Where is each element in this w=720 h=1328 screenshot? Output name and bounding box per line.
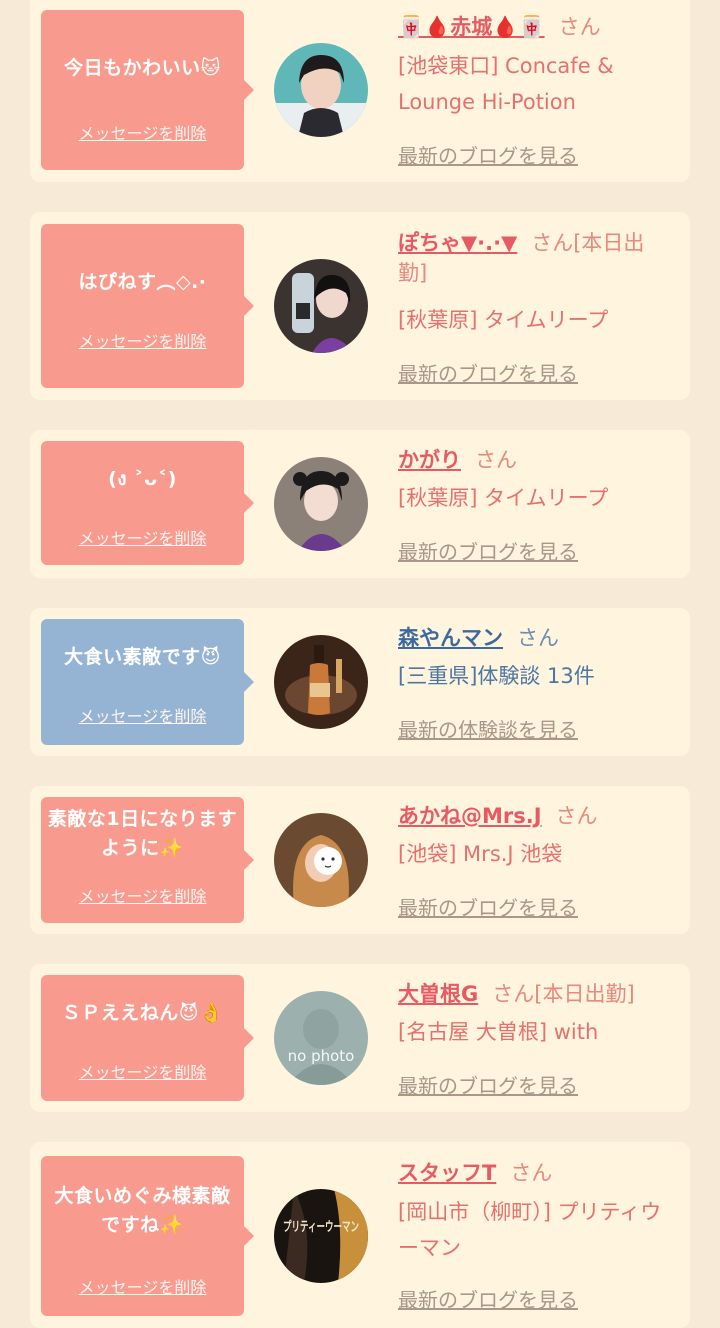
cast-name-link[interactable]: ぽちゃ▼·.·▼: [398, 231, 517, 255]
message-text: ＳＰええねん😈👌: [61, 1002, 224, 1024]
cast-name-line: あかね@Mrs.J さん: [398, 801, 670, 831]
avatar[interactable]: [274, 635, 368, 729]
message-text: 大食い素敵です😈: [64, 646, 221, 668]
cast-name-link[interactable]: 大曽根G: [398, 982, 478, 1006]
message-card: はぴねす︵◇.· メッセージを削除 ぽちゃ▼·.·▼ さん[本日出勤] [秋葉原]…: [30, 212, 690, 400]
avatar[interactable]: [274, 813, 368, 907]
latest-blog-link[interactable]: 最新のブログを見る: [398, 892, 578, 921]
shop-info: [秋葉原] タイムリープ: [398, 308, 609, 332]
message-bubble: 素敵な1日になりますように✨ メッセージを削除: [41, 797, 254, 923]
shop-info: [池袋東口] Concafe & Lounge Hi-Potion: [398, 54, 614, 114]
avatar[interactable]: [274, 43, 368, 137]
honorific: さん[本日出勤]: [492, 982, 635, 1006]
avatar[interactable]: プリティーウーマン: [274, 1189, 368, 1283]
message-text: はぴねす︵◇.·: [78, 271, 207, 293]
latest-review-link[interactable]: 最新の体験談を見る: [398, 714, 578, 743]
message-card: 大食い素敵です😈 メッセージを削除 森やんマン さん [三重県]体験談 13件 最…: [30, 608, 690, 756]
cast-name-link[interactable]: かがり: [398, 448, 461, 472]
review-count-info: [三重県]体験談 13件: [398, 664, 595, 688]
shop-info: [秋葉原] タイムリープ: [398, 486, 609, 510]
message-bubble: 大食いめぐみ様素敵ですね✨ メッセージを削除: [41, 1156, 254, 1316]
avatar[interactable]: [274, 457, 368, 551]
cast-name-line: かがり さん: [398, 445, 670, 475]
cast-name-line: スタッフT さん: [398, 1158, 670, 1188]
reviewer-name-link[interactable]: 森やんマン: [398, 626, 503, 650]
no-photo-label: no photo: [288, 1047, 355, 1065]
delete-message-link[interactable]: メッセージを削除: [41, 883, 244, 907]
avatar[interactable]: [274, 259, 368, 353]
honorific: さん: [517, 626, 559, 650]
message-bubble: はぴねす︵◇.· メッセージを削除: [41, 224, 254, 388]
cast-name-line: 🀄🩸赤城🩸🀄 さん: [398, 12, 670, 42]
message-card: ＳＰええねん😈👌 メッセージを削除 no photo 大曽根G さん[本日出勤] …: [30, 964, 690, 1112]
message-text: 素敵な1日になりますように✨: [47, 808, 238, 859]
honorific: さん: [510, 1161, 553, 1185]
cast-name-line: 森やんマン さん: [398, 623, 670, 653]
cast-name-line: ぽちゃ▼·.·▼ さん[本日出勤]: [398, 228, 670, 288]
message-text: 大食いめぐみ様素敵ですね✨: [54, 1185, 231, 1236]
latest-blog-link[interactable]: 最新のブログを見る: [398, 140, 578, 169]
avatar[interactable]: no photo: [274, 991, 368, 1085]
shop-info: [池袋] Mrs.J 池袋: [398, 842, 563, 866]
delete-message-link[interactable]: メッセージを削除: [41, 703, 244, 727]
delete-message-link[interactable]: メッセージを削除: [41, 1274, 244, 1298]
honorific: さん: [475, 448, 517, 472]
honorific: さん: [555, 804, 598, 828]
avatar-logo-text: プリティーウーマン: [283, 1220, 359, 1235]
message-bubble: 今日もかわいい🐱 メッセージを削除: [41, 10, 254, 170]
honorific: さん: [558, 15, 601, 39]
delete-message-link[interactable]: メッセージを削除: [41, 120, 244, 144]
message-bubble: 大食い素敵です😈 メッセージを削除: [41, 619, 254, 745]
message-bubble: ＳＰええねん😈👌 メッセージを削除: [41, 975, 254, 1101]
latest-blog-link[interactable]: 最新のブログを見る: [398, 358, 578, 387]
shop-info: [名古屋 大曽根] with: [398, 1020, 599, 1044]
delete-message-link[interactable]: メッセージを削除: [41, 525, 244, 549]
message-text: 今日もかわいい🐱: [64, 57, 221, 79]
shop-info: [岡山市（柳町）] プリティウーマン: [398, 1200, 662, 1260]
message-text: (ง ˃ᴗ˂): [108, 468, 177, 490]
message-card: 素敵な1日になりますように✨ メッセージを削除 あかね@Mrs.J さん [池袋]…: [30, 786, 690, 934]
latest-blog-link[interactable]: 最新のブログを見る: [398, 1284, 578, 1313]
latest-blog-link[interactable]: 最新のブログを見る: [398, 1070, 578, 1099]
cast-name-link[interactable]: あかね@Mrs.J: [398, 804, 542, 828]
message-card: 今日もかわいい🐱 メッセージを削除 🀄🩸赤城🩸🀄 さん [池袋東口] Concaf…: [30, 0, 690, 182]
cast-name-link[interactable]: スタッフT: [398, 1161, 496, 1185]
message-card: (ง ˃ᴗ˂) メッセージを削除 かがり さん [秋葉原] タイムリープ 最新のブ…: [30, 430, 690, 578]
latest-blog-link[interactable]: 最新のブログを見る: [398, 536, 578, 565]
message-bubble: (ง ˃ᴗ˂) メッセージを削除: [41, 441, 254, 565]
cast-name-link[interactable]: 🀄🩸赤城🩸🀄: [398, 15, 545, 39]
delete-message-link[interactable]: メッセージを削除: [41, 328, 244, 352]
cast-name-line: 大曽根G さん[本日出勤]: [398, 979, 670, 1009]
message-card: 大食いめぐみ様素敵ですね✨ メッセージを削除 プリティーウーマン スタッフT さん…: [30, 1142, 690, 1328]
delete-message-link[interactable]: メッセージを削除: [41, 1059, 244, 1083]
